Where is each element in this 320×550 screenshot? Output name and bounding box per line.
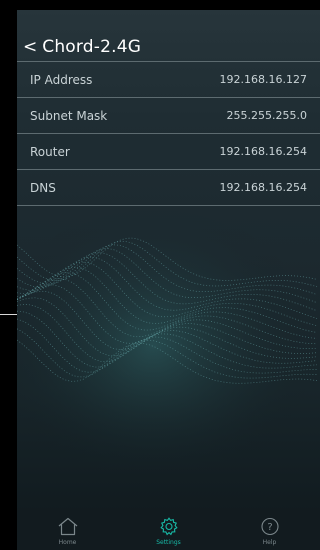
- row-label: IP Address: [30, 72, 93, 87]
- tab-settings[interactable]: Settings: [129, 508, 209, 550]
- svg-text:?: ?: [267, 522, 272, 533]
- gear-icon: [159, 517, 178, 536]
- back-button[interactable]: < Chord-2.4G: [17, 32, 141, 62]
- row-value: 192.168.16.127: [219, 73, 307, 86]
- home-icon: [58, 517, 77, 536]
- help-icon: ?: [260, 517, 279, 536]
- tab-label: Home: [58, 539, 77, 546]
- app-screen: < Chord-2.4G IP Address 192.168.16.127 S…: [17, 10, 320, 550]
- row-value: 255.255.255.0: [226, 109, 307, 122]
- row-dns: DNS 192.168.16.254: [17, 169, 320, 206]
- row-label: DNS: [30, 180, 56, 195]
- row-value: 192.168.16.254: [219, 181, 307, 194]
- row-router: Router 192.168.16.254: [17, 133, 320, 169]
- row-value: 192.168.16.254: [219, 145, 307, 158]
- row-label: Router: [30, 144, 70, 159]
- device-frame: < Chord-2.4G IP Address 192.168.16.127 S…: [0, 0, 320, 550]
- network-info-list: IP Address 192.168.16.127 Subnet Mask 25…: [17, 61, 320, 206]
- row-subnet-mask: Subnet Mask 255.255.255.0: [17, 97, 320, 133]
- row-ip-address: IP Address 192.168.16.127: [17, 61, 320, 97]
- tab-label: Settings: [156, 539, 181, 546]
- tab-help[interactable]: ? Help: [230, 508, 310, 550]
- page-title: Chord-2.4G: [42, 37, 142, 57]
- back-chevron-icon: <: [23, 36, 38, 57]
- tab-home[interactable]: Home: [28, 508, 108, 550]
- bottom-tab-bar: Home Settings ? Help: [17, 508, 320, 550]
- side-marker-line: [0, 314, 17, 315]
- tab-label: Help: [262, 539, 277, 546]
- row-label: Subnet Mask: [30, 108, 108, 123]
